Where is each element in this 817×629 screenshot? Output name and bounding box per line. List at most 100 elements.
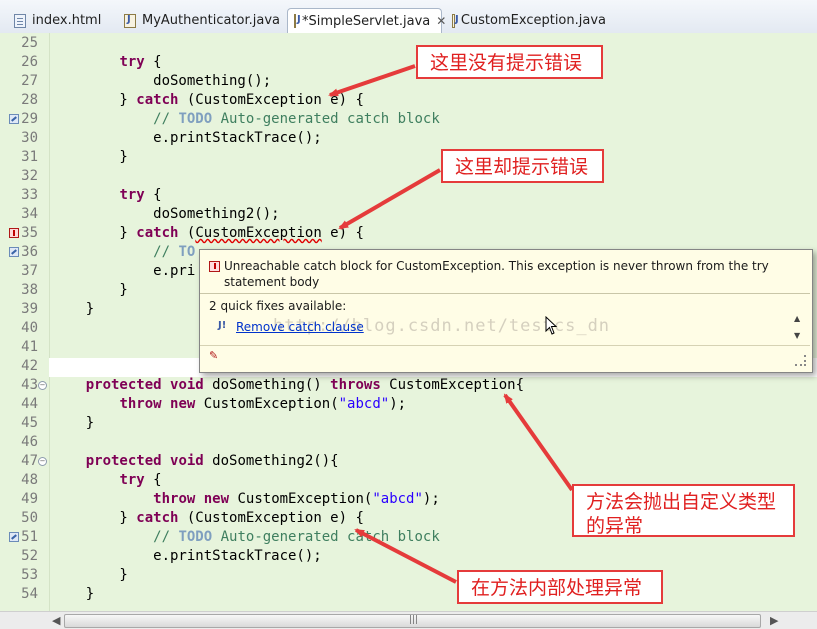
java-file-icon xyxy=(452,13,458,28)
code-text: doSomething2(); xyxy=(52,206,280,222)
code-text: try { xyxy=(119,54,162,70)
quick-fix-item[interactable]: J! Remove catch clause xyxy=(218,320,364,334)
line-number: 45 xyxy=(21,415,38,431)
line-number: 41 xyxy=(21,339,38,355)
code-line: 25 xyxy=(0,34,817,53)
line-number: 42 xyxy=(21,358,38,374)
code-line: 44 throw new CustomException("abcd"); xyxy=(0,395,817,414)
remove-catch-clause-link[interactable]: Remove catch clause xyxy=(236,320,364,334)
line-number: 49 xyxy=(21,491,38,507)
line-number: 32 xyxy=(21,168,38,184)
code-text: try { xyxy=(119,472,162,488)
code-text: e.printStackTrace(); xyxy=(52,130,322,146)
close-icon[interactable]: ✕ xyxy=(436,14,446,28)
popup-scrollbar[interactable]: ▲ ▼ xyxy=(794,314,804,344)
line-number: 29 xyxy=(21,111,38,127)
code-text: e.pri xyxy=(52,263,196,279)
line-number: 26 xyxy=(21,54,38,70)
code-text: // TODO Auto-generated catch block xyxy=(153,111,440,127)
error-message: Unreachable catch block for CustomExcept… xyxy=(224,259,769,289)
line-number: 31 xyxy=(21,149,38,165)
code-line: 54 } xyxy=(0,585,817,604)
line-number: 52 xyxy=(21,548,38,564)
quick-fix-hover-popup[interactable]: Unreachable catch block for CustomExcept… xyxy=(199,249,813,373)
code-line: 29 // TODO Auto-generated catch block xyxy=(0,110,817,129)
code-line: 33 try { xyxy=(0,186,817,205)
java-file-icon xyxy=(124,13,136,28)
tab-label: *SimpleServlet.java xyxy=(302,13,431,29)
remove-catch-fix-icon: J! xyxy=(218,320,227,331)
line-number: 51 xyxy=(21,529,38,545)
line-number: 27 xyxy=(21,73,38,89)
code-line: 52 e.printStackTrace(); xyxy=(0,547,817,566)
code-text: } catch (CustomException e) { xyxy=(52,510,364,526)
line-number: 36 xyxy=(21,244,38,260)
line-number: 54 xyxy=(21,586,38,602)
line-number: 48 xyxy=(21,472,38,488)
line-number: 47 xyxy=(21,453,38,469)
tab-index-html[interactable]: index.html xyxy=(8,8,114,33)
editor-tab-bar: index.html MyAuthenticator.java *SimpleS… xyxy=(0,0,817,34)
code-line: 30 e.printStackTrace(); xyxy=(0,129,817,148)
code-text: doSomething(); xyxy=(52,73,272,89)
line-number: 34 xyxy=(21,206,38,222)
scroll-down-icon[interactable]: ▼ xyxy=(794,331,800,340)
line-number: 37 xyxy=(21,263,38,279)
code-line: 32 xyxy=(0,167,817,186)
line-number: 53 xyxy=(21,567,38,583)
line-number: 28 xyxy=(21,92,38,108)
code-line: 28 } catch (CustomException e) { xyxy=(0,91,817,110)
tab-label: index.html xyxy=(32,13,102,28)
annotation-line: 的异常 xyxy=(586,515,644,537)
code-line: 43 protected void doSomething() throws C… xyxy=(0,376,817,395)
scroll-right-icon[interactable]: ▶ xyxy=(770,614,778,627)
code-text: throw new CustomException("abcd"); xyxy=(119,396,407,412)
divider xyxy=(200,345,810,346)
annotation-throws-custom: 方法会抛出自定义类型 的异常 xyxy=(572,484,795,537)
line-number: 46 xyxy=(21,434,38,450)
line-number: 50 xyxy=(21,510,38,526)
annotation-handled-inside: 在方法内部处理异常 xyxy=(457,570,663,604)
annotation-line: 方法会抛出自定义类型 xyxy=(586,491,777,513)
code-text: try { xyxy=(119,187,162,203)
tab-label: MyAuthenticator.java xyxy=(142,13,281,28)
line-number: 30 xyxy=(21,130,38,146)
code-line: 47 protected void doSomething2(){ xyxy=(0,452,817,471)
configure-problem-icon[interactable]: ✎ xyxy=(209,349,223,363)
line-number: 39 xyxy=(21,301,38,317)
resize-grip-icon[interactable] xyxy=(795,355,806,366)
tab-myauthenticator[interactable]: MyAuthenticator.java xyxy=(118,8,282,33)
code-line: 53 } xyxy=(0,566,817,585)
tab-simpleservlet[interactable]: *SimpleServlet.java ✕ xyxy=(287,8,446,33)
code-text: protected void doSomething() throws Cust… xyxy=(85,377,525,393)
line-number: 33 xyxy=(21,187,38,203)
horizontal-scrollbar[interactable]: ◀ ||| ▶ xyxy=(0,611,817,629)
scroll-left-icon[interactable]: ◀ xyxy=(52,614,60,627)
code-line: 26 try { xyxy=(0,53,817,72)
code-line: 46 xyxy=(0,433,817,452)
code-text: } xyxy=(52,282,128,298)
line-number: 40 xyxy=(21,320,38,336)
code-text: } xyxy=(52,567,128,583)
line-number: 44 xyxy=(21,396,38,412)
code-text: } xyxy=(52,415,95,431)
code-line: 45 } xyxy=(0,414,817,433)
code-text: } catch (CustomException e) { xyxy=(52,225,364,241)
tab-label: CustomException.java xyxy=(460,13,606,28)
annotation-no-error: 这里没有提示错误 xyxy=(416,45,603,79)
scroll-up-icon[interactable]: ▲ xyxy=(794,314,800,323)
line-number: 25 xyxy=(21,35,38,51)
annotation-has-error: 这里却提示错误 xyxy=(441,149,604,183)
line-number: 43 xyxy=(21,377,38,393)
scrollbar-grip-icon: ||| xyxy=(409,615,419,625)
html-file-icon xyxy=(14,13,26,28)
code-line: 27 doSomething(); xyxy=(0,72,817,91)
code-line: 35 } catch (CustomException e) { xyxy=(0,224,817,243)
code-text: } xyxy=(52,149,128,165)
code-text: } xyxy=(52,586,95,602)
line-number: 35 xyxy=(21,225,38,241)
code-line: 31 } xyxy=(0,148,817,167)
code-text: protected void doSomething2(){ xyxy=(85,453,339,469)
code-text: } xyxy=(52,301,95,317)
tab-customexception[interactable]: CustomException.java xyxy=(446,8,606,33)
